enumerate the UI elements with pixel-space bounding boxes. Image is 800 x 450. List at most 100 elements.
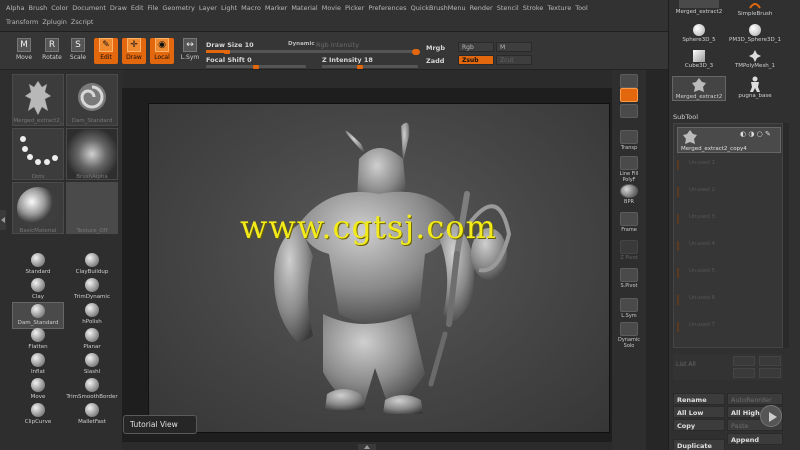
menu-item[interactable]: Macro (241, 4, 261, 14)
bpr-button[interactable]: BPR (616, 184, 642, 205)
menu-item[interactable]: Preferences (368, 4, 406, 14)
menu-item[interactable]: Movie (322, 4, 341, 14)
list-all-button[interactable]: List All (676, 361, 696, 368)
menu-item[interactable]: Layer (199, 4, 217, 14)
move-down-button[interactable] (733, 368, 755, 378)
scale-button[interactable]: S Scale (66, 38, 90, 64)
menu-item[interactable]: Transform (6, 18, 38, 28)
local-button[interactable]: ◉ Local (150, 38, 174, 64)
draw-size-slider[interactable] (206, 50, 416, 53)
rotate-button[interactable]: R Rotate (40, 38, 64, 64)
tool-sphere3d[interactable]: Sphere3D_5 (672, 24, 726, 43)
menu-item[interactable]: Geometry (162, 4, 194, 14)
menu-item[interactable]: Color (51, 4, 68, 14)
brush-item[interactable]: Move (12, 377, 64, 404)
duplicate-button[interactable]: Duplicate (673, 439, 725, 450)
rgb-intensity-knob[interactable] (412, 48, 420, 55)
video-play-button[interactable] (760, 405, 782, 427)
zcut-button[interactable]: Zcut (496, 55, 532, 65)
append-button[interactable]: Append (727, 433, 783, 445)
subtool-active-item[interactable]: ◐ ◑ ○ ✎ Merged_extract2_copy4 (677, 127, 781, 153)
menu-item[interactable]: Draw (110, 4, 127, 14)
z-intensity-knob[interactable] (357, 64, 363, 69)
all-low-button[interactable]: All Low (673, 406, 725, 418)
subtool-empty-slot[interactable]: Unused 6 (677, 295, 781, 305)
tool-tmpolymesh[interactable]: TMPolyMesh_1 (728, 50, 782, 69)
brush-item[interactable]: Flatten (12, 327, 64, 354)
autoreorder-button[interactable]: AutoReorder (727, 393, 783, 405)
texture-thumb[interactable] (66, 182, 118, 234)
panel-splitter[interactable] (646, 70, 668, 450)
solo-button[interactable]: Dynamic Solo (616, 322, 642, 349)
move-up-button[interactable] (733, 356, 755, 366)
menu-item[interactable]: Picker (345, 4, 364, 14)
brush-item[interactable]: Inflat (12, 352, 64, 379)
tool-pugna-base[interactable]: pugna_base (728, 76, 782, 99)
alpha-thumb[interactable] (66, 128, 118, 180)
lsym-button[interactable]: ↔ L.Sym (178, 38, 202, 64)
draw-size-knob[interactable] (224, 49, 230, 54)
brush-item[interactable]: Clay (12, 277, 64, 304)
move-down-alt-button[interactable] (759, 368, 781, 378)
frame-button[interactable]: Frame (616, 212, 642, 233)
subtool-empty-slot[interactable]: Unused 2 (677, 187, 781, 197)
move-button[interactable]: M Move (12, 38, 36, 64)
zoom-button[interactable] (616, 104, 642, 119)
menu-item[interactable]: Zplugin (42, 18, 67, 28)
brush-item[interactable]: SlashI (66, 352, 118, 379)
brush-item[interactable]: ClayBuildup (66, 252, 118, 279)
tool-cube3d[interactable]: Cube3D_3 (672, 50, 726, 69)
z-intensity-slider[interactable] (322, 65, 418, 68)
focal-shift-knob[interactable] (253, 64, 259, 69)
subtool-header[interactable]: SubTool (673, 113, 793, 123)
menu-item[interactable]: Alpha (6, 4, 24, 14)
brush-item[interactable]: Standard (12, 252, 64, 279)
menu-item[interactable]: Brush (28, 4, 47, 14)
tool-merged-extract[interactable]: Merged_extract2 (672, 0, 726, 15)
m-button[interactable]: M (496, 42, 532, 52)
menu-item[interactable]: Tool (575, 4, 588, 14)
move-up-alt-button[interactable] (759, 356, 781, 366)
subtool-scrollbar[interactable] (783, 123, 789, 348)
bottom-tray-toggle[interactable] (358, 444, 376, 450)
material-thumb[interactable] (12, 182, 64, 234)
subtool-empty-slot[interactable]: Unused 7 (677, 322, 781, 332)
spivot-button[interactable]: S.Pivot (616, 268, 642, 289)
mrgb-button[interactable]: Mrgb (426, 44, 445, 52)
menu-item[interactable]: Marker (265, 4, 287, 14)
menu-item[interactable]: Zscript (71, 18, 94, 28)
subtool-visibility-icons[interactable]: ◐ ◑ ○ ✎ (740, 130, 771, 138)
copy-button[interactable]: Copy (673, 419, 725, 431)
dynamic-toggle[interactable]: Dynamic (288, 41, 315, 47)
menu-item[interactable]: Stroke (523, 4, 544, 14)
rgb-button[interactable]: Rgb (458, 42, 494, 52)
tool-merged-extract-selected[interactable]: Merged_extract2 (672, 76, 726, 101)
left-tray-toggle[interactable] (0, 210, 6, 230)
polyf-button[interactable]: Line Fill PolyF (616, 156, 642, 183)
brush-item[interactable]: Dam_Standard (12, 302, 64, 329)
transp-button[interactable]: Transp (616, 130, 642, 151)
menu-item[interactable]: Document (72, 4, 106, 14)
3d-viewport[interactable] (148, 103, 610, 433)
tool-simplebrush[interactable]: SimpleBrush (728, 0, 782, 17)
draw-button[interactable]: ✛ Draw (122, 38, 146, 64)
zpivot-button[interactable]: Z Pivot (616, 240, 642, 261)
menu-item[interactable]: Stencil (497, 4, 519, 14)
subtool-empty-slot[interactable]: Unused 4 (677, 241, 781, 251)
brush-item[interactable]: MalletFast (66, 402, 118, 429)
brush-item[interactable]: TrimSmoothBorder (66, 377, 118, 404)
menu-item[interactable]: Edit (131, 4, 144, 14)
menu-item[interactable]: Light (221, 4, 237, 14)
menu-item[interactable]: QuickBrushMenu (411, 4, 466, 14)
subtool-empty-slot[interactable]: Unused 1 (677, 160, 781, 170)
menu-item[interactable]: Material (291, 4, 317, 14)
zadd-button[interactable]: Zadd (426, 57, 444, 65)
orange-rotate-button[interactable] (616, 88, 642, 103)
subtool-empty-slot[interactable]: Unused 5 (677, 268, 781, 278)
menu-item[interactable]: File (148, 4, 159, 14)
subtool-empty-slot[interactable]: Unused 3 (677, 214, 781, 224)
stroke-thumb[interactable] (12, 128, 64, 180)
menu-item[interactable]: Texture (547, 4, 571, 14)
brush-item[interactable]: Planar (66, 327, 118, 354)
edit-button[interactable]: ✎ Edit (94, 38, 118, 64)
